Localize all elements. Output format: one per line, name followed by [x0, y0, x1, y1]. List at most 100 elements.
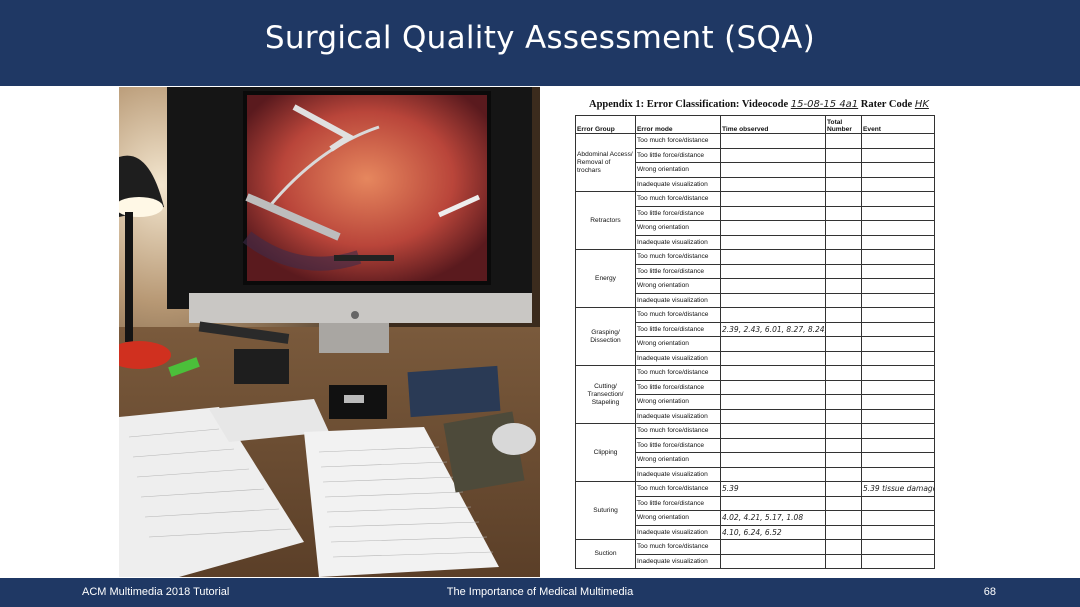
- column-header: Error Group: [575, 115, 636, 134]
- total-number-cell: [825, 263, 862, 279]
- column-header: Time observed: [720, 115, 826, 134]
- time-observed-cell: [720, 539, 826, 555]
- error-mode-cell: Too little force/distance: [635, 437, 721, 453]
- time-observed-cell: 4.02, 4.21, 5.17, 1.08: [720, 510, 826, 526]
- form-heading-prefix: Appendix 1: Error Classification: Videoc…: [589, 99, 789, 110]
- error-mode-cell: Too much force/distance: [635, 423, 721, 439]
- time-observed-cell: [720, 162, 826, 178]
- workstation-photo: [119, 87, 540, 577]
- total-number-cell: [825, 162, 862, 178]
- event-cell: [861, 452, 935, 468]
- total-number-cell: [825, 365, 862, 381]
- total-number-cell: [825, 553, 862, 569]
- total-number-cell: [825, 191, 862, 207]
- event-cell: [861, 524, 935, 540]
- time-observed-cell: [720, 394, 826, 410]
- event-cell: [861, 147, 935, 163]
- time-observed-cell: [720, 350, 826, 366]
- error-mode-cell: Wrong orientation: [635, 220, 721, 236]
- time-observed-cell: [720, 452, 826, 468]
- total-number-cell: [825, 452, 862, 468]
- time-observed-cell: [720, 263, 826, 279]
- event-cell: [861, 495, 935, 511]
- error-mode-cell: Too much force/distance: [635, 539, 721, 555]
- error-mode-cell: Inadequate visualization: [635, 553, 721, 569]
- error-mode-cell: Too much force/distance: [635, 249, 721, 265]
- table-row: Retractors Too much force/distance: [575, 191, 935, 250]
- time-observed-cell: [720, 249, 826, 265]
- error-mode-cell: Wrong orientation: [635, 394, 721, 410]
- total-number-cell: [825, 350, 862, 366]
- error-mode-cell: Wrong orientation: [635, 510, 721, 526]
- error-mode-cell: Too much force/distance: [635, 365, 721, 381]
- total-number-cell: [825, 408, 862, 424]
- error-mode-cell: Inadequate visualization: [635, 176, 721, 192]
- footer-bar: ACM Multimedia 2018 Tutorial The Importa…: [0, 578, 1080, 607]
- error-table: Error Group Error mode Time observed Tot…: [575, 115, 935, 569]
- error-mode-cell: Too little force/distance: [635, 495, 721, 511]
- error-mode-cell: Too much force/distance: [635, 133, 721, 149]
- rater-code: HK: [914, 99, 929, 110]
- total-number-cell: [825, 510, 862, 526]
- event-cell: [861, 437, 935, 453]
- total-number-cell: [825, 539, 862, 555]
- total-number-cell: [825, 321, 862, 337]
- error-mode-cell: Inadequate visualization: [635, 408, 721, 424]
- total-number-cell: [825, 278, 862, 294]
- error-group-cell: Energy: [575, 249, 636, 308]
- event-cell: 5.39 tissue damage / bleed: [861, 481, 935, 497]
- event-cell: [861, 307, 935, 323]
- total-number-cell: [825, 147, 862, 163]
- time-observed-cell: [720, 408, 826, 424]
- error-mode-cell: Too little force/distance: [635, 205, 721, 221]
- table-body: Abdominal Access/ Removal of trochars Too…: [575, 133, 935, 569]
- event-cell: [861, 510, 935, 526]
- error-mode-cell: Too little force/distance: [635, 263, 721, 279]
- time-observed-cell: 2.39, 2.43, 6.01, 8.27, 8.24, 10.00: [720, 321, 826, 337]
- time-observed-cell: [720, 292, 826, 308]
- time-observed-cell: [720, 133, 826, 149]
- time-observed-cell: [720, 307, 826, 323]
- error-mode-cell: Too little force/distance: [635, 147, 721, 163]
- error-group-cell: Suction: [575, 539, 636, 569]
- time-observed-cell: [720, 234, 826, 250]
- mouse: [492, 423, 536, 455]
- time-observed-cell: [720, 466, 826, 482]
- total-number-cell: [825, 437, 862, 453]
- event-cell: [861, 292, 935, 308]
- total-number-cell: [825, 466, 862, 482]
- time-observed-cell: [720, 423, 826, 439]
- total-number-cell: [825, 176, 862, 192]
- apple-logo-icon: [351, 311, 359, 319]
- error-classification-form: Appendix 1: Error Classification: Videoc…: [542, 87, 966, 577]
- event-cell: [861, 321, 935, 337]
- event-cell: [861, 350, 935, 366]
- total-number-cell: [825, 394, 862, 410]
- column-header: Total Number: [825, 115, 862, 134]
- error-mode-cell: Too much force/distance: [635, 481, 721, 497]
- title-bar: Surgical Quality Assessment (SQA): [0, 0, 1080, 86]
- error-mode-cell: Wrong orientation: [635, 452, 721, 468]
- time-observed-cell: [720, 365, 826, 381]
- total-number-cell: [825, 133, 862, 149]
- error-mode-cell: Too little force/distance: [635, 379, 721, 395]
- event-cell: [861, 278, 935, 294]
- time-observed-cell: [720, 437, 826, 453]
- total-number-cell: [825, 495, 862, 511]
- time-observed-cell: [720, 147, 826, 163]
- event-cell: [861, 394, 935, 410]
- event-cell: [861, 466, 935, 482]
- error-group-cell: Clipping: [575, 423, 636, 482]
- time-observed-cell: [720, 205, 826, 221]
- table-row: Clipping Too much force/distance: [575, 423, 935, 482]
- total-number-cell: [825, 292, 862, 308]
- table-header-row: Error Group Error mode Time observed Tot…: [575, 115, 935, 134]
- total-number-cell: [825, 379, 862, 395]
- time-observed-cell: [720, 176, 826, 192]
- event-cell: [861, 191, 935, 207]
- column-header: Event: [861, 115, 935, 134]
- time-observed-cell: 4.10, 6.24, 6.52: [720, 524, 826, 540]
- table-row: Cutting/ Transection/ Stapeling Too much …: [575, 365, 935, 424]
- time-observed-cell: [720, 336, 826, 352]
- error-mode-cell: Too much force/distance: [635, 191, 721, 207]
